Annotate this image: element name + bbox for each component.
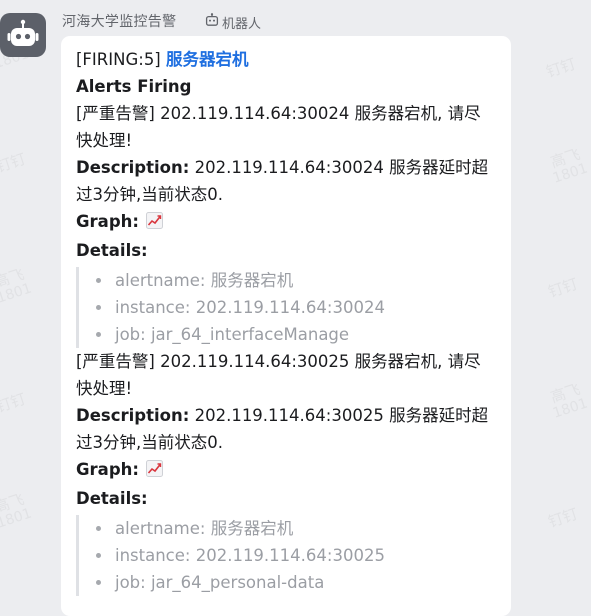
- detail-text: job: jar_64_personal-data: [115, 573, 325, 592]
- alert-block: [严重告警] 202.119.114.64:30024 服务器宕机, 请尽快处理…: [76, 100, 496, 348]
- list-item: instance: 202.119.114.64:30025: [79, 542, 496, 569]
- description-label: Description:: [76, 158, 190, 177]
- details-list: alertname: 服务器宕机 instance: 202.119.114.6…: [76, 515, 496, 596]
- graph-label: Graph:: [76, 212, 139, 231]
- watermark: 高飞 1801: [0, 265, 34, 306]
- list-item: instance: 202.119.114.64:30024: [79, 294, 496, 321]
- bullet: [96, 580, 101, 585]
- watermark-name: 钉钉: [0, 149, 28, 177]
- watermark-name: 钉钉: [543, 54, 578, 82]
- detail-text: alertname: 服务器宕机: [115, 519, 294, 538]
- bullet: [96, 305, 101, 310]
- watermark-name: 钉钉: [545, 274, 580, 302]
- bullet: [96, 526, 101, 531]
- chart-increasing-icon[interactable]: [146, 210, 164, 237]
- detail-text: instance: 202.119.114.64:30025: [115, 546, 385, 565]
- list-item: job: jar_64_personal-data: [79, 569, 496, 596]
- details-label: Details:: [76, 241, 148, 260]
- watermark: 钉钉: [545, 274, 580, 302]
- avatar[interactable]: [0, 13, 46, 57]
- bullet: [96, 553, 101, 558]
- watermark-name: 高飞: [548, 380, 583, 407]
- chart-increasing-icon[interactable]: [146, 458, 164, 485]
- watermark-number: 1801: [0, 280, 34, 307]
- bot-tag-label: 机器人: [222, 16, 262, 32]
- watermark: 高飞 1801: [0, 490, 34, 531]
- watermark-name: 钉钉: [0, 389, 28, 417]
- watermark-name: 高飞: [0, 265, 27, 292]
- alert-summary: [严重告警] 202.119.114.64:30024 服务器宕机, 请尽快处理…: [76, 104, 481, 150]
- watermark-name: 高飞: [548, 145, 583, 172]
- graph-label: Graph:: [76, 460, 139, 479]
- alert-description: Description: 202.119.114.64:30024 服务器延时超…: [76, 154, 496, 208]
- message-title: [FIRING:5] 服务器宕机: [76, 46, 496, 73]
- watermark: 钉钉: [0, 149, 28, 177]
- graph-row: Graph:: [76, 456, 496, 485]
- watermark-number: 1801: [550, 395, 590, 422]
- list-item: alertname: 服务器宕机: [79, 515, 496, 542]
- watermark: 高飞 1801: [546, 145, 590, 186]
- watermark-name: 高飞: [0, 490, 27, 517]
- bot-tag: 机器人: [205, 12, 261, 32]
- list-item: job: jar_64_interfaceManage: [79, 321, 496, 348]
- bullet: [96, 278, 101, 283]
- alert-title-link[interactable]: 服务器宕机: [166, 50, 249, 69]
- watermark: 钉钉: [0, 389, 28, 417]
- detail-text: alertname: 服务器宕机: [115, 271, 294, 290]
- detail-text: job: jar_64_interfaceManage: [115, 325, 350, 344]
- sender-name[interactable]: 河海大学监控告警: [62, 11, 176, 31]
- message-content: [FIRING:5] 服务器宕机 Alerts Firing [严重告警] 20…: [76, 46, 496, 596]
- robot-icon: [7, 19, 39, 46]
- graph-row: Graph:: [76, 208, 496, 237]
- description-label: Description:: [76, 406, 190, 425]
- alerts-heading: Alerts Firing: [76, 77, 192, 96]
- watermark-number: 1801: [550, 160, 590, 187]
- watermark-number: 1801: [0, 505, 34, 532]
- watermark: 钉钉: [543, 54, 578, 82]
- watermark: 高飞 1801: [546, 380, 590, 421]
- detail-text: instance: 202.119.114.64:30024: [115, 298, 385, 317]
- alert-description: Description: 202.119.114.64:30025 服务器延时超…: [76, 402, 496, 456]
- watermark-name: 钉钉: [545, 504, 580, 532]
- watermark: 钉钉: [545, 504, 580, 532]
- bullet: [96, 332, 101, 337]
- details-list: alertname: 服务器宕机 instance: 202.119.114.6…: [76, 267, 496, 348]
- details-label: Details:: [76, 489, 148, 508]
- firing-status: [FIRING:5]: [76, 50, 161, 69]
- robot-tag-icon: [205, 13, 219, 31]
- alert-block: [严重告警] 202.119.114.64:30025 服务器宕机, 请尽快处理…: [76, 348, 496, 596]
- alert-summary: [严重告警] 202.119.114.64:30025 服务器宕机, 请尽快处理…: [76, 352, 481, 398]
- list-item: alertname: 服务器宕机: [79, 267, 496, 294]
